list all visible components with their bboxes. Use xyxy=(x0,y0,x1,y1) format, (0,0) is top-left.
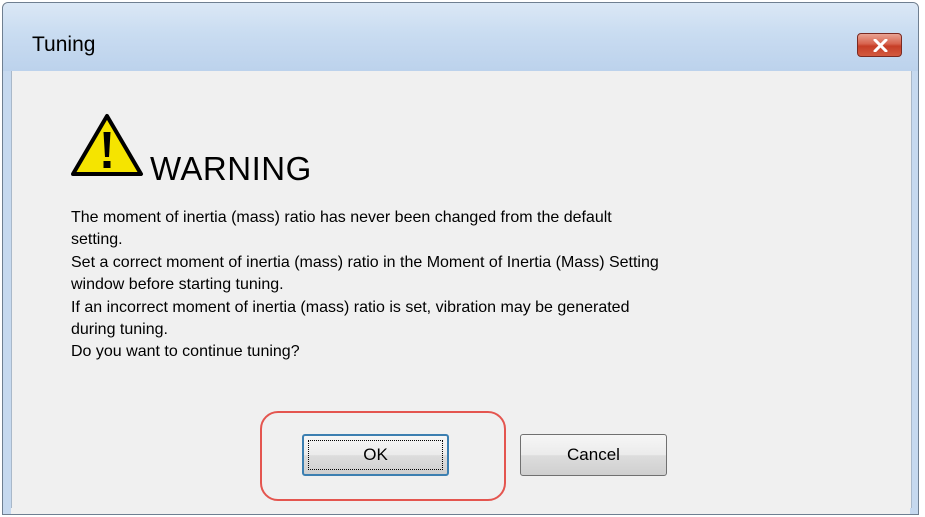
message-line: setting. xyxy=(71,231,123,249)
ok-button-label: OK xyxy=(363,445,388,464)
message-line: If an incorrect moment of inertia (mass)… xyxy=(71,298,630,316)
message-line: window before starting tuning. xyxy=(71,276,284,294)
close-icon xyxy=(873,39,888,52)
message-line: Do you want to continue tuning? xyxy=(71,343,300,361)
cancel-button-label: Cancel xyxy=(567,445,620,464)
close-button[interactable] xyxy=(857,33,902,57)
ok-button[interactable]: OK xyxy=(302,434,449,476)
warning-heading: WARNING xyxy=(150,150,312,187)
dialog-body: WARNING The moment of inertia (mass) rat… xyxy=(11,71,912,508)
tuning-dialog: Tuning WARNING The moment of inertia (ma… xyxy=(2,2,919,515)
message-line: Set a correct moment of inertia (mass) r… xyxy=(71,253,659,271)
title-bar[interactable]: Tuning xyxy=(3,3,918,71)
warning-icon xyxy=(71,114,143,176)
window-title: Tuning xyxy=(32,33,96,56)
message-line: during tuning. xyxy=(71,321,168,339)
cancel-button[interactable]: Cancel xyxy=(520,434,667,476)
warning-message: The moment of inertia (mass) ratio has n… xyxy=(71,207,871,364)
window-frame-left xyxy=(3,71,11,514)
message-line: The moment of inertia (mass) ratio has n… xyxy=(71,209,612,226)
